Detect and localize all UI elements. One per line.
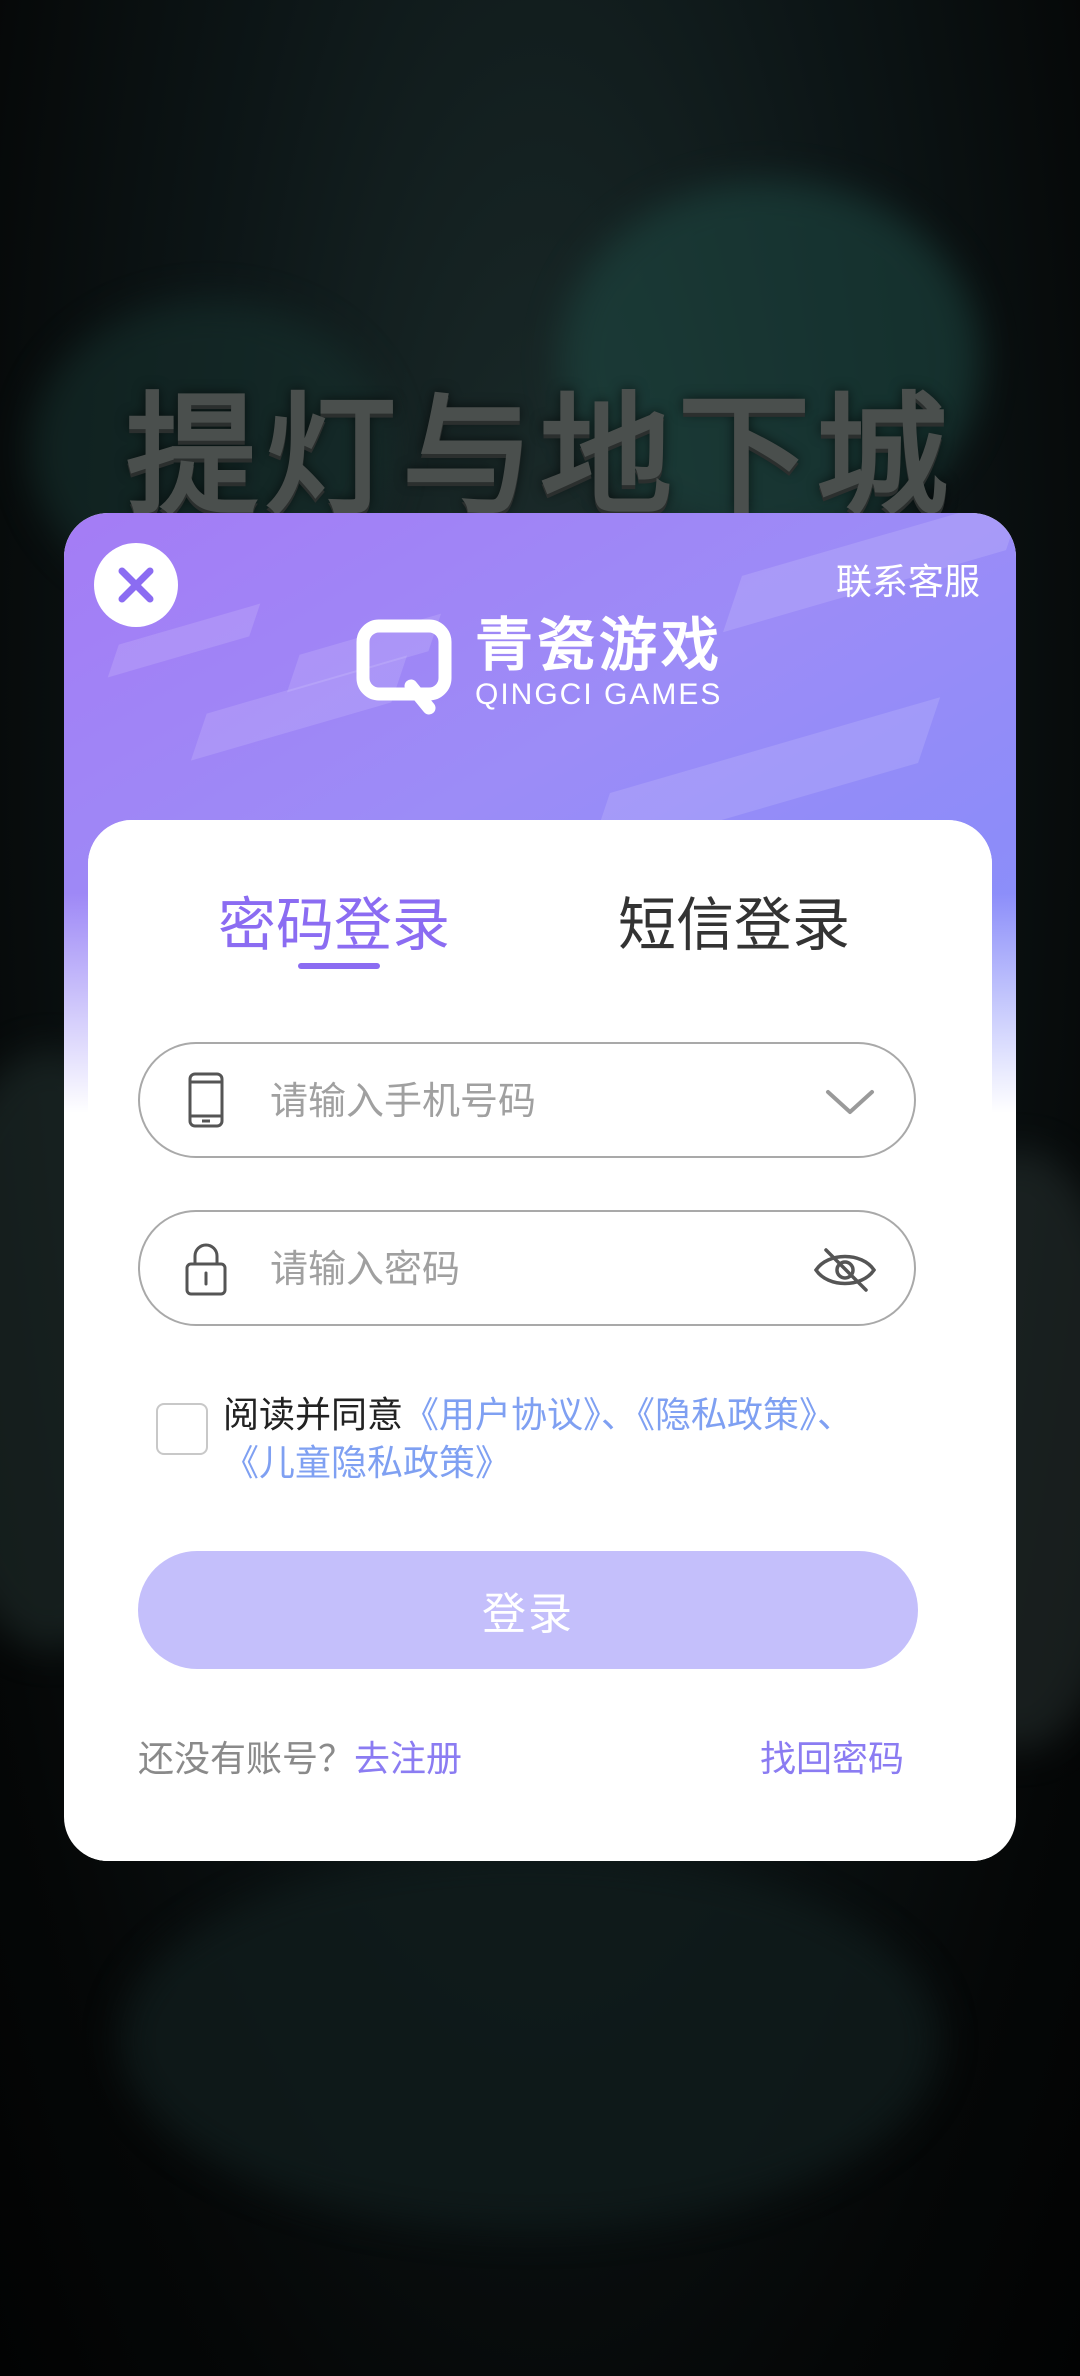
agreement-prefix: 阅读并同意 — [223, 1395, 404, 1436]
qingci-logo: 青瓷游戏 QINGCI GAMES — [349, 608, 723, 718]
agreement-separator: 、 — [817, 1395, 854, 1436]
child-privacy-policy-link[interactable]: 《儿童隐私政策》 — [223, 1443, 511, 1484]
forgot-password-link[interactable]: 找回密码 — [760, 1730, 904, 1782]
register-prompt: 还没有账号？ — [138, 1739, 355, 1780]
agreement-separator: 、 — [601, 1395, 638, 1436]
login-dialog: 联系客服 青瓷游戏 QINGCI GAMES 密码登录 短信登录 请输入手机号码… — [64, 513, 1016, 1861]
agreement-checkbox[interactable] — [156, 1403, 208, 1455]
qingci-logo-icon — [356, 619, 452, 715]
background-art — [120, 1850, 940, 2230]
tab-sms-login[interactable]: 短信登录 — [618, 890, 850, 960]
close-x-icon — [118, 567, 154, 603]
login-button[interactable]: 登录 — [138, 1551, 918, 1669]
lock-icon — [185, 1243, 227, 1296]
agreement-text: 阅读并同意《用户协议》、《隐私政策》、 《儿童隐私政策》 — [223, 1392, 943, 1488]
close-button[interactable] — [94, 543, 178, 627]
password-input[interactable] — [268, 1212, 792, 1326]
chevron-down-icon[interactable] — [822, 1074, 878, 1130]
tab-password-login[interactable]: 密码登录 — [218, 890, 450, 960]
login-screen: 提灯与地下城 联系客服 青瓷游戏 QINGCI GAMES 密码登录 短信登录 … — [0, 0, 1080, 2376]
user-agreement-link[interactable]: 《用户协议》 — [403, 1395, 601, 1436]
phone-field[interactable] — [138, 1042, 916, 1158]
privacy-policy-link[interactable]: 《隐私政策》 — [637, 1395, 817, 1436]
phone-icon — [188, 1072, 224, 1128]
password-field[interactable] — [138, 1210, 916, 1326]
login-form-card: 密码登录 短信登录 请输入手机号码 阅读并同意《用户协议》、《隐私政策》、 《儿… — [88, 820, 992, 1861]
eye-off-icon[interactable] — [812, 1242, 878, 1298]
logo-name-en: QINGCI GAMES — [475, 678, 723, 711]
register-prompt-line: 还没有账号？去注册 — [138, 1730, 462, 1782]
register-link[interactable]: 去注册 — [354, 1739, 462, 1780]
phone-input[interactable] — [268, 1044, 792, 1158]
logo-name-cn: 青瓷游戏 — [475, 611, 724, 679]
active-tab-indicator — [298, 963, 380, 969]
contact-support-link[interactable]: 联系客服 — [836, 553, 980, 605]
